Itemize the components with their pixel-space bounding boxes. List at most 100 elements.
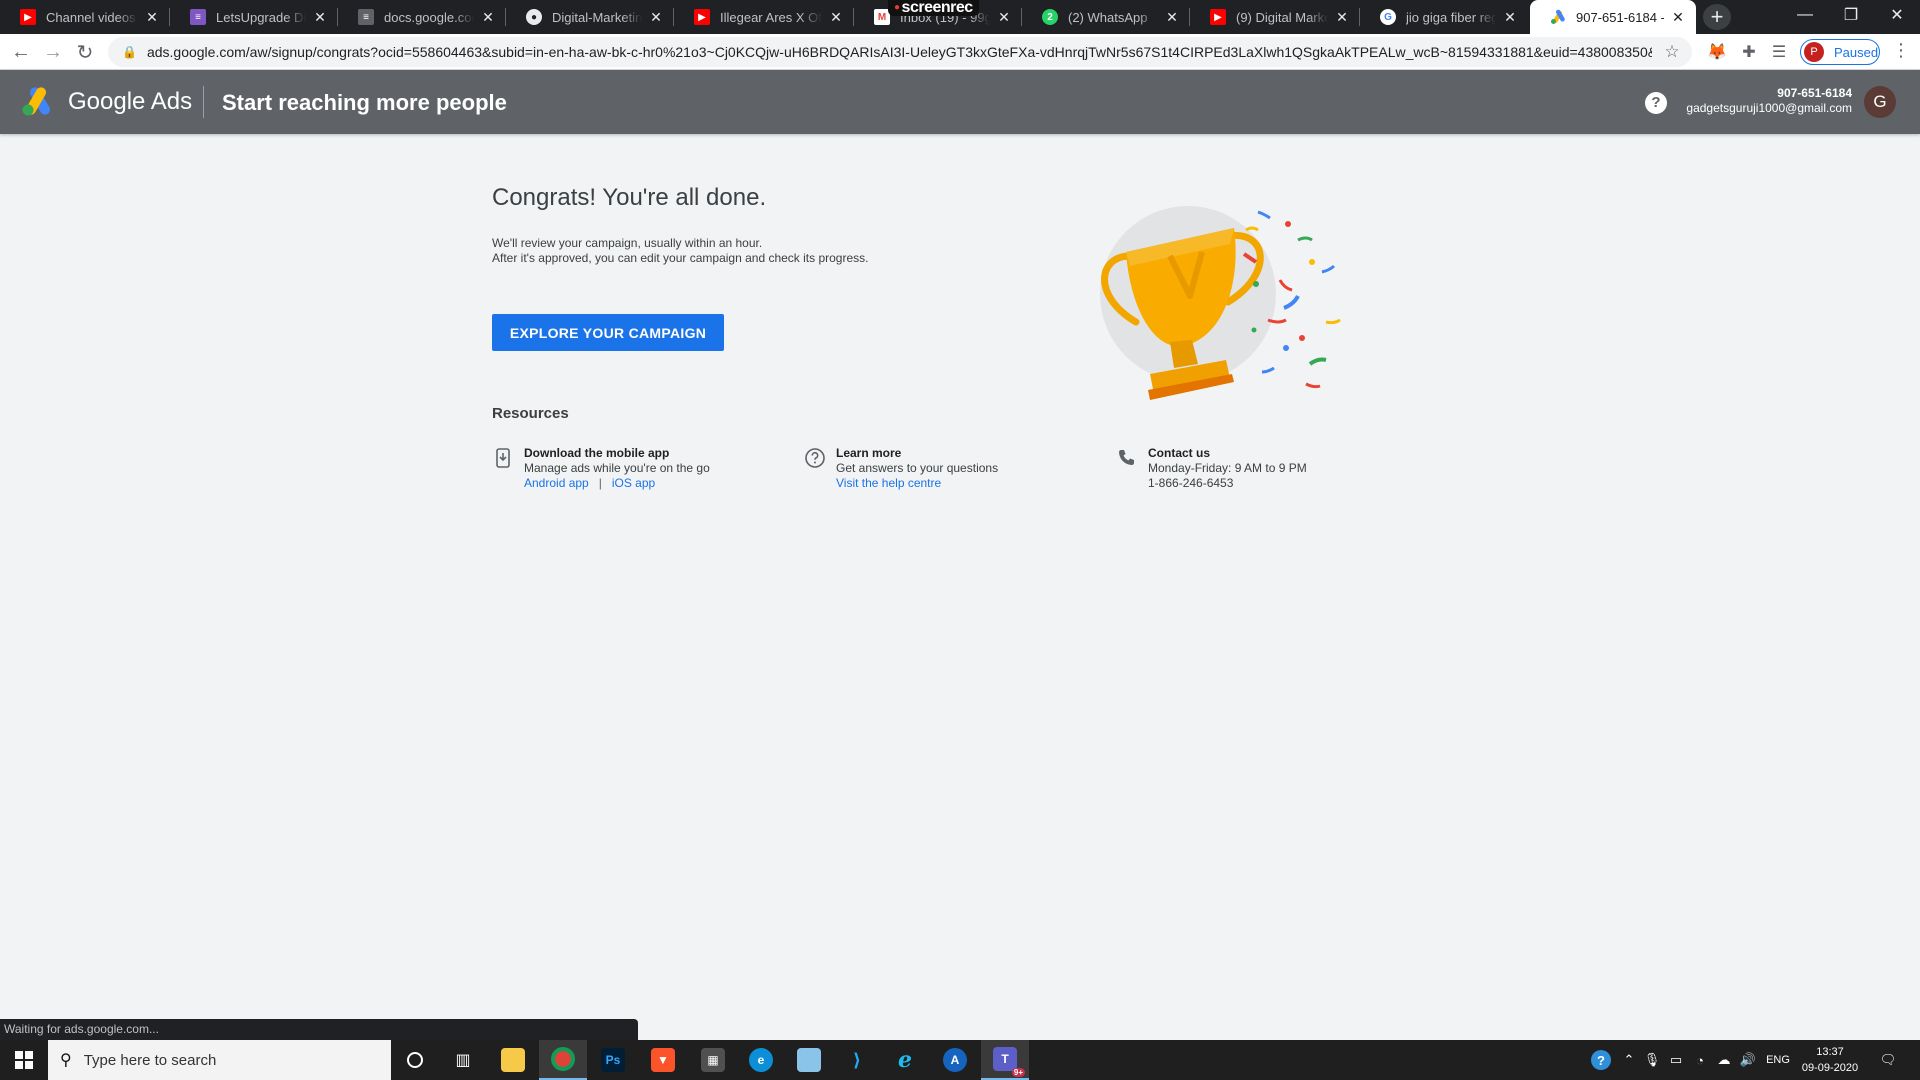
chrome-taskbar-icon[interactable]: [539, 1040, 587, 1080]
browser-tab[interactable]: ● Digital-Marketing-Essentials ✕: [506, 0, 674, 34]
restore-icon[interactable]: ❐: [1828, 0, 1874, 30]
teams-badge: 9+: [1011, 1068, 1025, 1077]
congrats-title: Congrats! You're all done.: [492, 184, 767, 211]
edge-icon[interactable]: e: [737, 1040, 785, 1080]
browser-menu-icon[interactable]: ⋮: [1890, 40, 1912, 64]
volume-icon[interactable]: 🔊: [1736, 1040, 1760, 1080]
reload-icon[interactable]: ↻: [71, 38, 99, 66]
search-placeholder: Type here to search: [83, 1051, 217, 1069]
help-circle-icon: [805, 448, 825, 468]
tab-close-icon[interactable]: ✕: [1334, 9, 1350, 26]
taskbar-search-box[interactable]: ⚲ Type here to search: [48, 1040, 391, 1080]
google-ads-logo-icon[interactable]: [22, 86, 54, 116]
contact-hours: Monday-Friday: 9 AM to 9 PM: [1148, 461, 1307, 475]
tab-close-icon[interactable]: ✕: [1670, 9, 1686, 26]
phone-download-icon: [496, 448, 510, 468]
explore-campaign-button[interactable]: EXPLORE YOUR CAMPAIGN: [492, 314, 724, 351]
vscode-icon[interactable]: ⟩: [833, 1040, 881, 1080]
tab-title: LetsUpgrade Digital Marketing: [216, 9, 306, 25]
cortana-icon[interactable]: [391, 1040, 439, 1080]
internet-explorer-icon[interactable]: ℯ: [881, 1040, 929, 1080]
resource-title: Learn more: [836, 446, 902, 460]
review-description: We'll review your campaign, usually with…: [492, 236, 869, 266]
microphone-icon[interactable]: 🎙: [1640, 1040, 1664, 1080]
browser-tab[interactable]: ▶ (9) Digital Marketing ✕: [1190, 0, 1360, 34]
photoshop-icon[interactable]: Ps: [589, 1040, 637, 1080]
extensions-icon[interactable]: ✚: [1737, 40, 1761, 64]
browser-tab[interactable]: ▶ Illegear Ares X Official ✕: [674, 0, 854, 34]
metamask-icon[interactable]: 🦊: [1705, 40, 1729, 64]
profile-status: Paused: [1834, 44, 1879, 60]
bookmark-star-icon[interactable]: ☆: [1652, 42, 1692, 62]
ads-header: Google Ads Start reaching more people ? …: [0, 70, 1920, 134]
google-icon: G: [1380, 9, 1396, 25]
task-view-icon[interactable]: ▥: [439, 1040, 487, 1080]
browser-tab[interactable]: ▶ Channel videos - YouTube ✕: [0, 0, 170, 34]
ios-app-link[interactable]: iOS app: [612, 476, 655, 490]
tab-close-icon[interactable]: ✕: [648, 9, 664, 26]
description-line: After it's approved, you can edit your c…: [492, 251, 869, 265]
notepad-icon[interactable]: [785, 1040, 833, 1080]
resource-description: Get answers to your questions: [836, 461, 999, 475]
battery-icon[interactable]: ▭: [1664, 1040, 1688, 1080]
store-icon[interactable]: ▦: [689, 1040, 737, 1080]
tab-close-icon[interactable]: ✕: [480, 9, 496, 26]
docs-icon: ≡: [358, 9, 374, 25]
google-ads-icon: [1550, 9, 1566, 25]
windows-start-icon[interactable]: [0, 1040, 48, 1080]
teams-icon[interactable]: T 9+: [981, 1040, 1029, 1080]
taskbar-clock[interactable]: 13:37 09-09-2020: [1790, 1044, 1870, 1076]
help-icon[interactable]: ?: [1645, 92, 1667, 114]
tab-title: (2) WhatsApp: [1068, 9, 1148, 25]
whatsapp-icon: 2: [1042, 9, 1058, 25]
android-app-link[interactable]: Android app: [524, 476, 589, 490]
resource-mobile-app: Download the mobile app Manage ads while…: [496, 446, 710, 491]
browser-tab[interactable]: 2 (2) WhatsApp ✕: [1022, 0, 1190, 34]
header-divider: [203, 86, 204, 118]
window-close-icon[interactable]: ✕: [1874, 0, 1920, 30]
network-icon[interactable]: ◔: [1688, 1040, 1712, 1080]
tab-title: Illegear Ares X Official: [720, 9, 822, 25]
browser-tab[interactable]: ≡ docs.google.com ✕: [338, 0, 506, 34]
media-queue-icon[interactable]: ☰: [1767, 40, 1791, 64]
minimize-icon[interactable]: —: [1782, 0, 1828, 30]
forward-icon[interactable]: →: [39, 38, 67, 66]
account-info[interactable]: 907-651-6184 gadgetsguruji1000@gmail.com: [1686, 86, 1852, 116]
youtube-icon: ▶: [1210, 9, 1226, 25]
notifications-icon[interactable]: 🗨: [1870, 1040, 1906, 1080]
tab-close-icon[interactable]: ✕: [828, 9, 844, 26]
new-tab-button[interactable]: +: [1703, 4, 1731, 30]
resource-title: Contact us: [1148, 446, 1211, 460]
browser-status-bubble: Waiting for ads.google.com...: [0, 1019, 638, 1040]
tab-title: docs.google.com: [384, 9, 474, 25]
browser-tab-active[interactable]: 907-651-6184 - Google Ads ✕: [1530, 0, 1696, 34]
help-tray-icon[interactable]: ?: [1586, 1040, 1616, 1080]
profile-button[interactable]: P Paused: [1800, 39, 1880, 65]
browser-tab[interactable]: ≡ LetsUpgrade Digital Marketing ✕: [170, 0, 338, 34]
profile-avatar: P: [1804, 42, 1824, 62]
tab-close-icon[interactable]: ✕: [996, 9, 1012, 26]
tab-close-icon[interactable]: ✕: [1164, 9, 1180, 26]
resource-description: Manage ads while you're on the go: [524, 461, 710, 475]
resource-title: Download the mobile app: [524, 446, 670, 460]
tray-chevron-icon[interactable]: ⌃: [1618, 1040, 1640, 1080]
tab-close-icon[interactable]: ✕: [312, 9, 328, 26]
description-line: We'll review your campaign, usually with…: [492, 236, 763, 250]
product-name[interactable]: Google Ads: [68, 88, 192, 116]
app-a-icon[interactable]: A: [931, 1040, 979, 1080]
youtube-icon: ▶: [694, 9, 710, 25]
address-bar[interactable]: 🔒 ads.google.com/aw/signup/congrats?ocid…: [108, 37, 1692, 67]
tab-close-icon[interactable]: ✕: [1502, 9, 1518, 26]
clock-time: 13:37: [1816, 1046, 1844, 1058]
tab-close-icon[interactable]: ✕: [144, 9, 160, 26]
back-icon[interactable]: ←: [7, 38, 35, 66]
file-explorer-icon[interactable]: [489, 1040, 537, 1080]
onedrive-icon[interactable]: ☁: [1712, 1040, 1736, 1080]
page-title: Start reaching more people: [222, 90, 507, 115]
account-avatar[interactable]: G: [1864, 86, 1896, 118]
phone-icon: [1119, 450, 1134, 465]
trophy-illustration: [1100, 206, 1341, 400]
browser-tab[interactable]: G jio giga fiber registration ✕: [1360, 0, 1528, 34]
brave-icon[interactable]: ▼: [639, 1040, 687, 1080]
help-centre-link[interactable]: Visit the help centre: [836, 476, 941, 490]
